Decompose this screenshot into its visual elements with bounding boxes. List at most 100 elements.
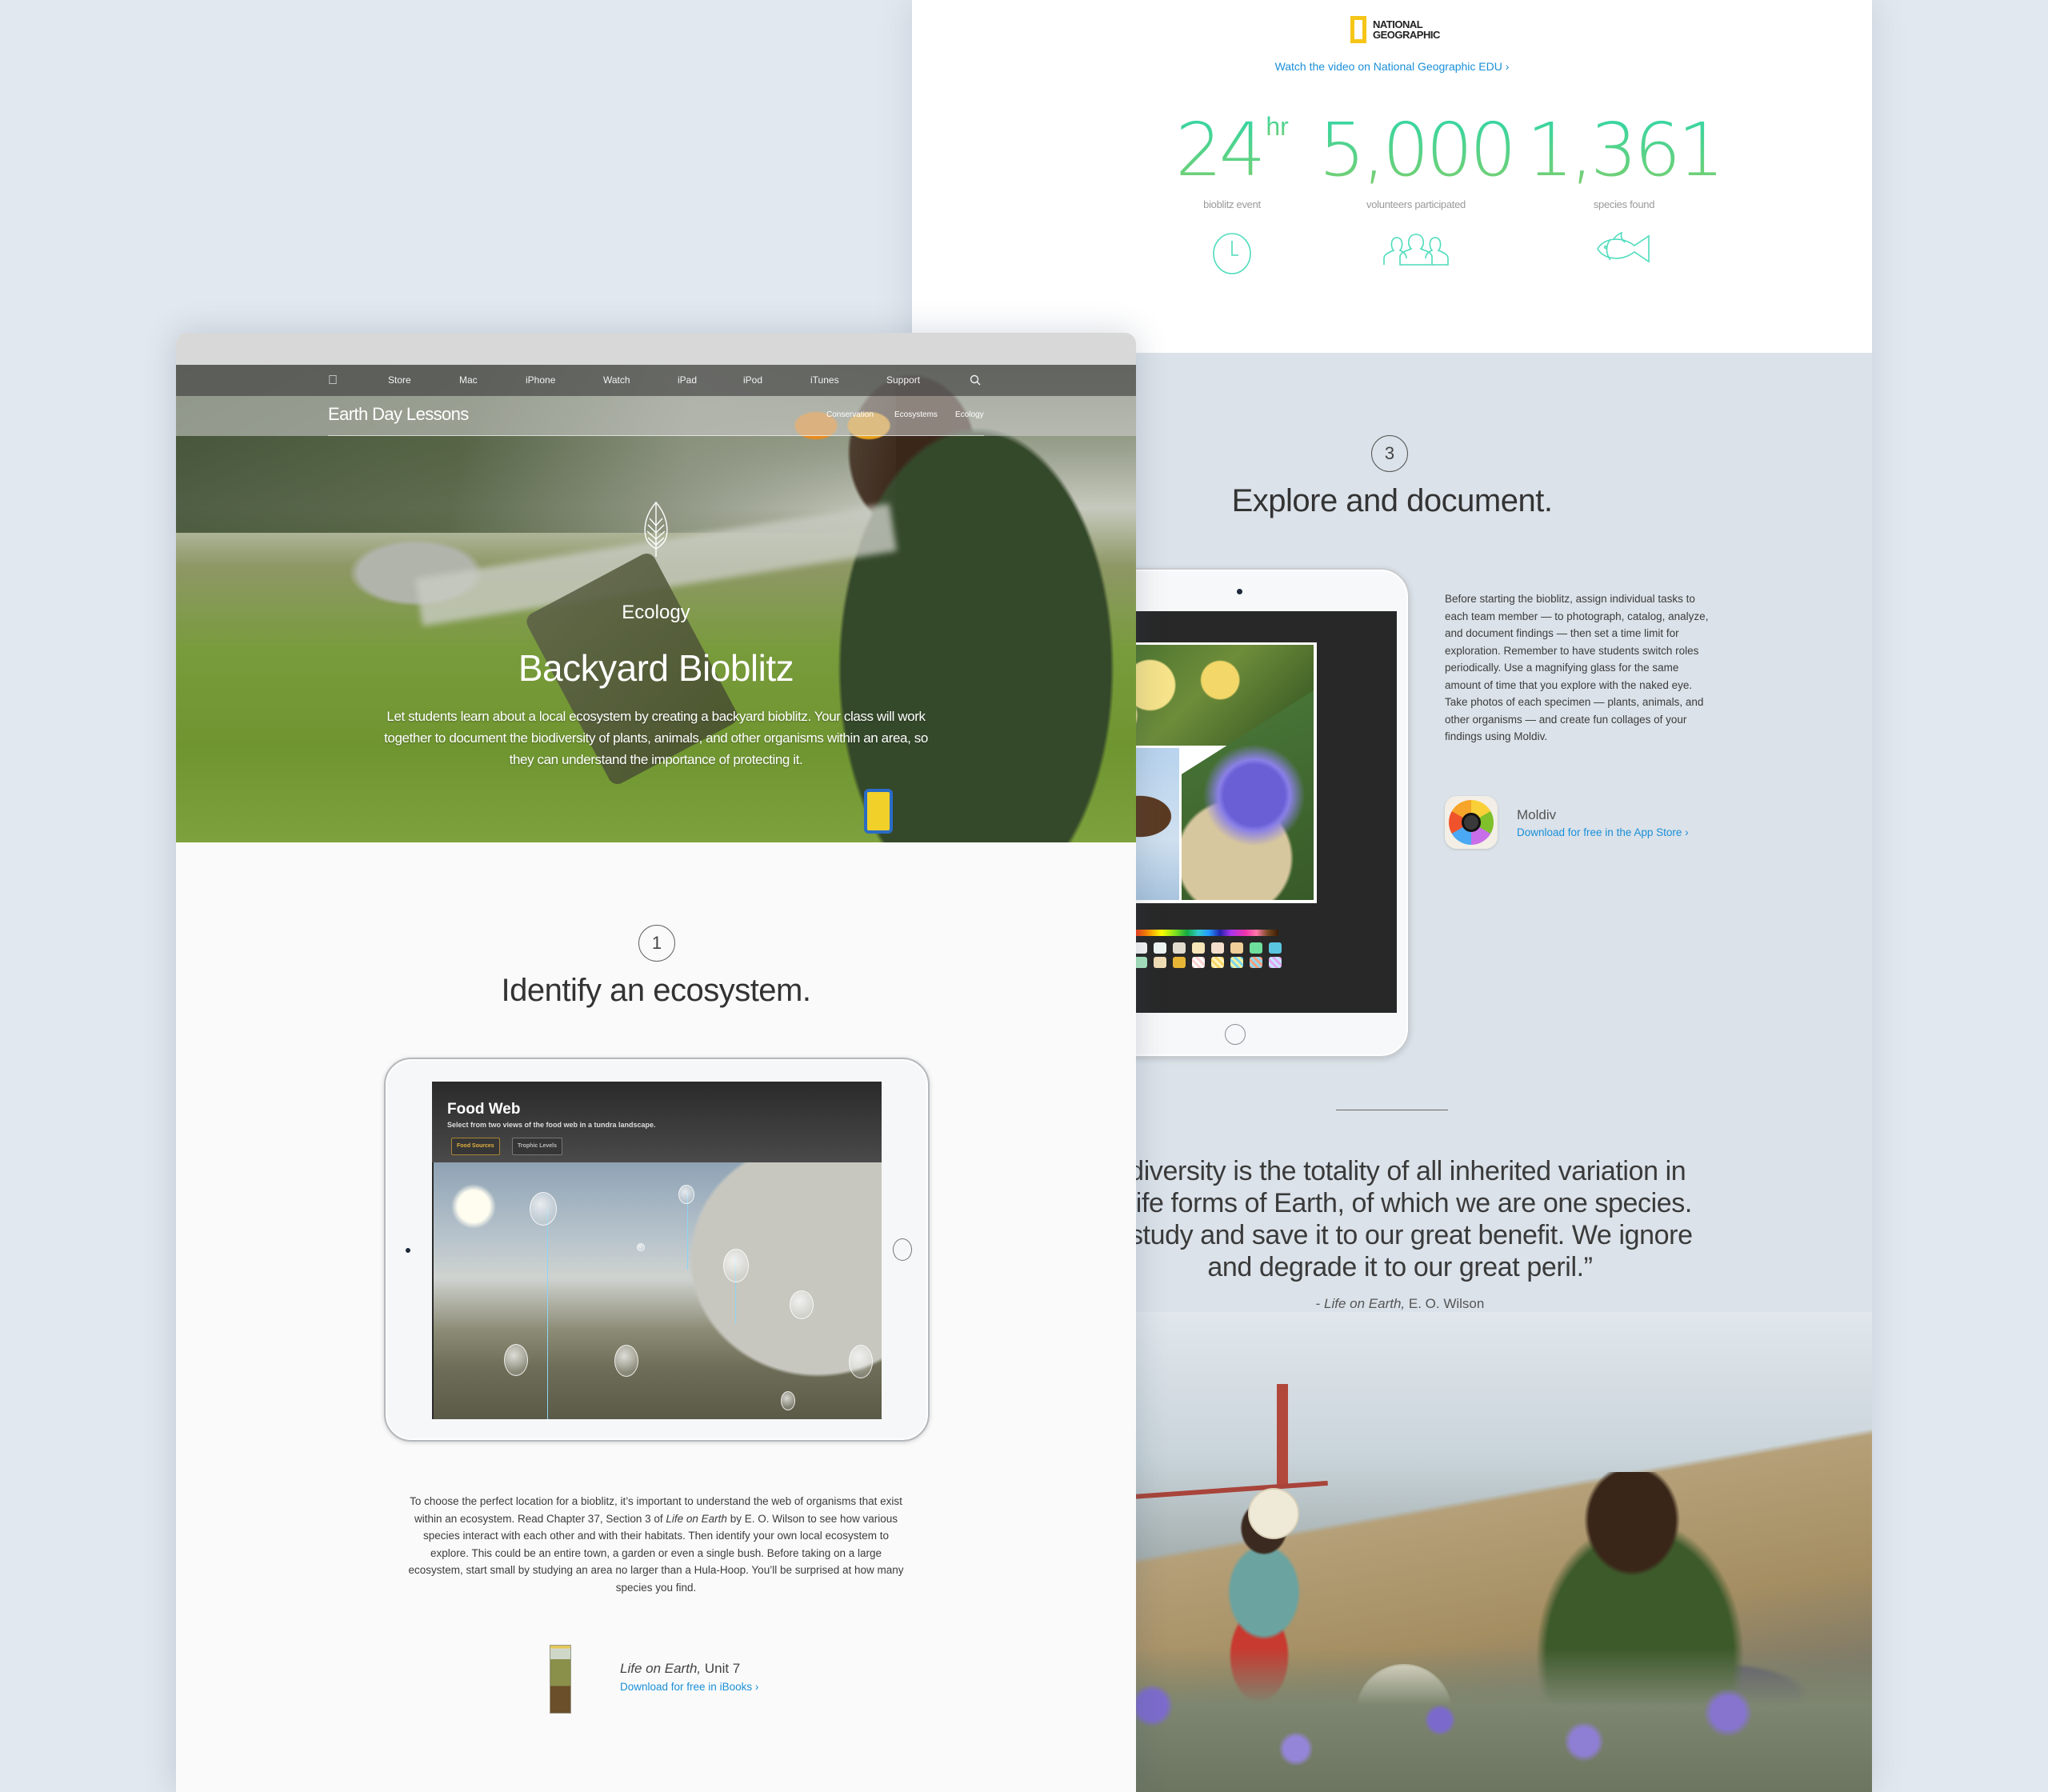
food-web-subtitle: Select from two views of the food web in… — [447, 1121, 656, 1129]
swatch[interactable] — [1269, 957, 1282, 968]
food-web-title: Food Web — [447, 1101, 521, 1118]
organism-bubble-plant[interactable] — [504, 1344, 528, 1376]
leaf-icon — [642, 501, 670, 562]
stat-value: 1,361 — [1526, 107, 1724, 193]
organism-bubble[interactable] — [637, 1243, 645, 1251]
left-page-panel: Ecology Backyard Bioblitz Let students l… — [176, 333, 1136, 1792]
subnav-divider — [328, 435, 984, 436]
food-web-screen: Food Web Select from two views of the fo… — [432, 1082, 882, 1419]
organism-bubble-butterfly[interactable] — [530, 1192, 557, 1226]
organism-bubble-sparrow[interactable] — [781, 1391, 795, 1410]
subnav-ecology[interactable]: Ecology — [955, 410, 984, 419]
quote-attribution: - Life on Earth, E. O. Wilson — [1104, 1296, 1696, 1312]
national-geographic-logo: NATIONAL GEOGRAPHIC — [1350, 16, 1440, 43]
food-web-line — [547, 1209, 548, 1419]
stat-species: 1,361 species found — [1504, 110, 1744, 266]
swatch[interactable] — [1173, 942, 1186, 954]
nav-ipod[interactable]: iPod — [743, 365, 762, 396]
swatch[interactable] — [1154, 942, 1166, 954]
watch-video-link[interactable]: Watch the video on National Geographic E… — [912, 60, 1872, 73]
swatch[interactable] — [1269, 942, 1282, 954]
step-3-badge: 3 — [1371, 435, 1408, 472]
swatch[interactable] — [1173, 957, 1186, 968]
attribution-dash: - — [1315, 1296, 1325, 1311]
swatch[interactable] — [1230, 942, 1243, 954]
app-store-download-link[interactable]: Download for free in the App Store › — [1517, 826, 1689, 838]
stats-section: NATIONAL GEOGRAPHIC Watch the video on N… — [912, 0, 1872, 353]
browser-chrome — [176, 333, 1136, 365]
organism-bubble-hare[interactable] — [723, 1249, 749, 1282]
natgeo-wordmark: NATIONAL GEOGRAPHIC — [1373, 18, 1440, 41]
swatch[interactable] — [1250, 942, 1262, 954]
subnav-ecosystems[interactable]: Ecosystems — [894, 410, 938, 419]
tundra-scene — [434, 1162, 882, 1419]
home-button — [893, 1238, 912, 1261]
stat-value: 5,000 — [1318, 107, 1516, 193]
book-title-italic: Life on Earth, — [620, 1661, 702, 1676]
stat-unit: hr — [1266, 112, 1289, 141]
bridge-deck — [1120, 1480, 1328, 1501]
moldiv-lens — [1462, 813, 1481, 832]
nav-watch[interactable]: Watch — [603, 365, 630, 396]
golden-gate-bridge — [1277, 1384, 1288, 1488]
hero-title: Backyard Bioblitz — [518, 647, 794, 689]
stat-label: species found — [1593, 198, 1655, 210]
attribution-source: Life on Earth, — [1324, 1296, 1406, 1311]
organism-bubble-shrub[interactable] — [790, 1290, 814, 1319]
book-unit: Unit 7 — [701, 1661, 741, 1676]
organism-bubble-weasel[interactable] — [849, 1345, 873, 1378]
ibooks-download-link[interactable]: Download for free in iBooks › — [620, 1681, 758, 1693]
organism-bubble-grass[interactable] — [614, 1345, 638, 1377]
moldiv-app-promo: Moldiv Download for free in the App Stor… — [1445, 796, 1689, 849]
food-web-line — [687, 1193, 688, 1270]
apple-logo-icon[interactable]:  — [328, 365, 338, 396]
quote-line: odiversity is the totality of all inheri… — [1114, 1156, 1686, 1186]
swatch[interactable] — [1192, 957, 1205, 968]
hero-banner: Ecology Backyard Bioblitz Let students l… — [176, 365, 1136, 842]
attribution-author: E. O. Wilson — [1405, 1296, 1485, 1311]
nav-mac[interactable]: Mac — [459, 365, 478, 396]
step-1-badge: 1 — [638, 925, 675, 962]
tab-food-sources[interactable]: Food Sources — [451, 1138, 500, 1155]
swatch[interactable] — [1250, 957, 1262, 968]
butterfly-net — [1248, 1488, 1299, 1539]
search-icon[interactable] — [970, 374, 981, 386]
step-1-body: To choose the perfect location for a bio… — [408, 1493, 904, 1596]
swatch[interactable] — [1134, 957, 1147, 968]
hero-watch — [864, 789, 893, 834]
ipad-food-web-device: Food Web Select from two views of the fo… — [384, 1058, 930, 1442]
nav-store[interactable]: Store — [388, 365, 411, 396]
camera-icon — [406, 1248, 410, 1253]
wilson-quote: odiversity is the totality of all inheri… — [1104, 1155, 1696, 1283]
nav-itunes[interactable]: iTunes — [810, 365, 839, 396]
fish-icon — [1504, 231, 1744, 266]
nav-support[interactable]: Support — [886, 365, 920, 396]
swatch[interactable] — [1134, 942, 1147, 954]
organism-bubble-bird[interactable] — [678, 1185, 694, 1204]
hero-description: Let students learn about a local ecosyst… — [384, 709, 928, 767]
camera-icon — [1237, 589, 1242, 594]
stat-value: 24 — [1175, 107, 1266, 193]
step-1-title: Identify an ecosystem. — [501, 973, 811, 1008]
body-book-title: Life on Earth — [666, 1512, 727, 1525]
life-on-earth-book-cover[interactable] — [550, 1645, 571, 1714]
nav-ipad[interactable]: iPad — [678, 365, 697, 396]
moldiv-app-name: Moldiv — [1517, 806, 1557, 822]
global-nav:  Store Mac iPhone Watch iPad iPod iTune… — [176, 365, 1136, 396]
moldiv-app-icon[interactable] — [1445, 796, 1498, 849]
nav-iphone[interactable]: iPhone — [526, 365, 555, 396]
subnav-title[interactable]: Earth Day Lessons — [328, 404, 469, 425]
swatch[interactable] — [1211, 957, 1224, 968]
tab-trophic-levels[interactable]: Trophic Levels — [512, 1138, 563, 1155]
book-title: Life on Earth, Unit 7 — [620, 1661, 740, 1677]
swatch[interactable] — [1154, 957, 1166, 968]
swatch[interactable] — [1192, 942, 1205, 954]
quote-line: and degrade it to our great peril.” — [1207, 1252, 1593, 1282]
food-web-header: Food Web Select from two views of the fo… — [432, 1082, 882, 1162]
subnav-conservation[interactable]: Conservation — [826, 410, 874, 419]
hero-category: Ecology — [622, 602, 690, 623]
home-button — [1225, 1024, 1246, 1045]
swatch[interactable] — [1230, 957, 1243, 968]
quote-line: e study and save it to our great benefit… — [1107, 1220, 1693, 1250]
swatch[interactable] — [1211, 942, 1224, 954]
